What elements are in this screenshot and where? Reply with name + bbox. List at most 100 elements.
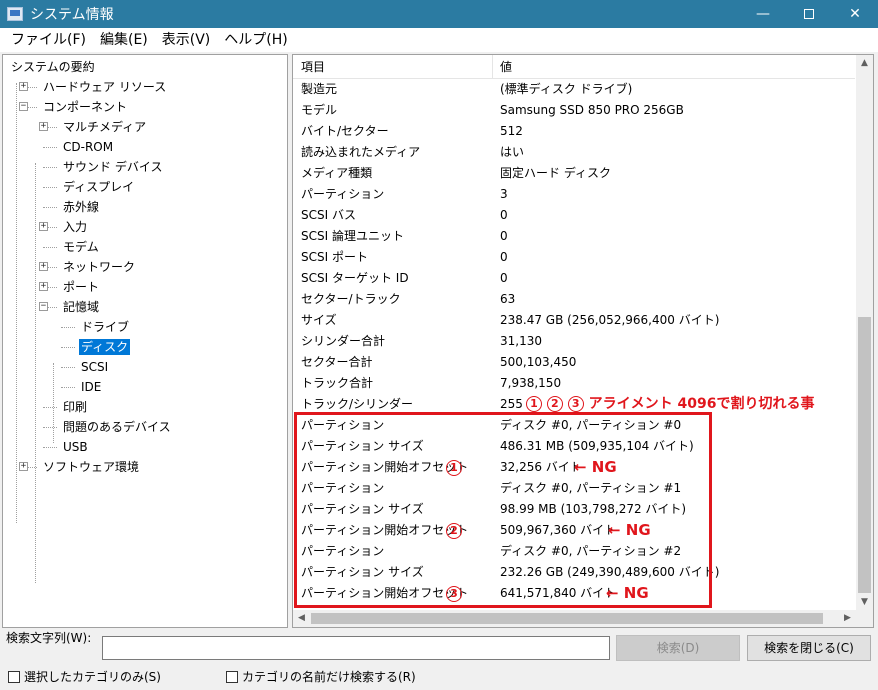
scroll-left-icon[interactable]: ◀ — [293, 610, 310, 627]
tree-item[interactable]: 入力 — [61, 217, 89, 237]
tree-item-label: 入力 — [63, 220, 88, 234]
tree-item[interactable]: USB — [61, 437, 90, 457]
item-value: 512 — [500, 124, 523, 138]
tree-item[interactable]: CD-ROM — [61, 137, 115, 157]
list-item[interactable]: モデル Samsung SSD 850 PRO 256GB — [293, 100, 855, 121]
tree-connector — [61, 327, 75, 328]
expand-icon[interactable]: + — [39, 282, 48, 291]
tree-item[interactable]: ディスク — [79, 337, 131, 357]
scroll-right-icon[interactable]: ▶ — [839, 610, 856, 627]
tree-item-label: サウンド デバイス — [63, 160, 163, 174]
search-input[interactable] — [102, 636, 610, 660]
item-name: トラック合計 — [301, 376, 374, 390]
horizontal-scrollbar[interactable]: ◀ ▶ — [293, 610, 856, 627]
category-names-only-checkbox[interactable]: カテゴリの名前だけ検索する(R) — [226, 668, 416, 685]
tree-item[interactable]: サウンド デバイス — [61, 157, 164, 177]
horizontal-scroll-thumb[interactable] — [311, 613, 823, 624]
tree-item[interactable]: 問題のあるデバイス — [61, 417, 173, 437]
list-header: 項目 値 — [293, 55, 855, 79]
minimize-button[interactable]: — — [740, 0, 786, 28]
expand-icon[interactable]: + — [19, 82, 28, 91]
maximize-button[interactable] — [786, 0, 832, 28]
item-value: (標準ディスク ドライブ) — [500, 82, 633, 96]
list-item[interactable]: 製造元 (標準ディスク ドライブ) — [293, 79, 855, 100]
tree-item[interactable]: SCSI — [79, 357, 110, 377]
vertical-scrollbar[interactable]: ▲ ▼ — [856, 55, 873, 611]
tree-item[interactable]: 赤外線 — [61, 197, 101, 217]
list-item[interactable]: パーティション 3 — [293, 184, 855, 205]
tree-item[interactable]: ポート — [61, 277, 101, 297]
collapse-icon[interactable]: − — [39, 302, 48, 311]
annotation-circle-3: 3 — [567, 396, 584, 412]
expand-icon[interactable]: + — [19, 462, 28, 471]
list-item[interactable]: SCSI 論理ユニット 0 — [293, 226, 855, 247]
menu-edit[interactable]: 編集(E) — [93, 28, 155, 52]
list-item[interactable]: セクター/トラック 63 — [293, 289, 855, 310]
tree-item-label: 印刷 — [63, 400, 88, 414]
item-name: セクター合計 — [301, 355, 373, 369]
item-name: SCSI バス — [301, 208, 356, 222]
checkbox-box[interactable] — [226, 670, 238, 683]
collapse-icon[interactable]: − — [19, 102, 28, 111]
tree-item[interactable]: IDE — [79, 377, 103, 397]
list-item[interactable]: セクター合計 500,103,450 — [293, 352, 855, 373]
find-button[interactable]: 検索(D) — [616, 635, 740, 661]
list-item[interactable]: SCSI バス 0 — [293, 205, 855, 226]
scroll-down-icon[interactable]: ▼ — [856, 594, 873, 611]
tree-item[interactable]: システムの要約 — [9, 57, 97, 77]
annotation-highlight-box — [294, 412, 712, 608]
list-item[interactable]: トラック合計 7,938,150 — [293, 373, 855, 394]
tree-connector — [43, 447, 57, 448]
annotation-ng-1: ← NG — [574, 458, 617, 476]
list-item[interactable]: SCSI ポート 0 — [293, 247, 855, 268]
menu-view[interactable]: 表示(V) — [155, 28, 218, 52]
list-item[interactable]: シリンダー合計 31,130 — [293, 331, 855, 352]
tree-item-label: ディスプレイ — [63, 180, 135, 194]
list-item[interactable]: サイズ 238.47 GB (256,052,966,400 バイト) — [293, 310, 855, 331]
annotation-circle-row-3: 3 — [446, 586, 462, 602]
tree-connector — [43, 147, 57, 148]
checkbox-label: カテゴリの名前だけ検索する(R) — [242, 670, 416, 684]
tree-item-label: 赤外線 — [63, 200, 100, 214]
list-item[interactable]: バイト/セクター 512 — [293, 121, 855, 142]
tree-item-label: ネットワーク — [63, 260, 136, 274]
column-header-value[interactable]: 値 — [500, 55, 512, 79]
expand-icon[interactable]: + — [39, 222, 48, 231]
tree-connector — [43, 207, 57, 208]
tree-connector — [43, 407, 57, 408]
tree-item[interactable]: ネットワーク — [61, 257, 137, 277]
expand-icon[interactable]: + — [39, 262, 48, 271]
menu-file[interactable]: ファイル(F) — [4, 28, 93, 52]
list-item[interactable]: メディア種類 固定ハード ディスク — [293, 163, 855, 184]
tree-item-label: 問題のあるデバイス — [63, 420, 171, 434]
column-separator[interactable] — [492, 55, 493, 79]
tree-connector — [43, 187, 57, 188]
menu-help[interactable]: ヘルプ(H) — [217, 28, 294, 52]
selected-category-only-checkbox[interactable]: 選択したカテゴリのみ(S) — [8, 668, 161, 685]
tree-item[interactable]: ソフトウェア環境 — [41, 457, 141, 477]
column-header-item[interactable]: 項目 — [301, 55, 325, 79]
tree-item[interactable]: ドライブ — [79, 317, 131, 337]
checkbox-box[interactable] — [8, 670, 20, 683]
tree-item-label: USB — [63, 440, 88, 454]
tree-item-label: ドライブ — [81, 320, 130, 334]
tree-item[interactable]: 記憶域 — [61, 297, 101, 317]
tree-item[interactable]: モデム — [61, 237, 101, 257]
tree-item[interactable]: 印刷 — [61, 397, 89, 417]
item-name: シリンダー合計 — [301, 334, 386, 348]
expand-icon[interactable]: + — [39, 122, 48, 131]
item-value: はい — [500, 145, 525, 159]
scroll-up-icon[interactable]: ▲ — [856, 55, 873, 72]
tree-item[interactable]: マルチメディア — [61, 117, 148, 137]
tree-item[interactable]: コンポーネント — [41, 97, 129, 117]
tree-item[interactable]: ディスプレイ — [61, 177, 136, 197]
vertical-scroll-thumb[interactable] — [858, 317, 871, 593]
tree-item[interactable]: ハードウェア リソース — [41, 77, 168, 97]
category-tree[interactable]: システムの要約 ハードウェア リソース + コンポーネント − マルチメディア + CD-RO… — [2, 54, 288, 628]
list-item[interactable]: 読み込まれたメディア はい — [293, 142, 855, 163]
tree-item-label: モデム — [63, 240, 99, 254]
list-item[interactable]: SCSI ターゲット ID 0 — [293, 268, 855, 289]
close-button[interactable]: ✕ — [832, 0, 878, 28]
close-find-button[interactable]: 検索を閉じる(C) — [747, 635, 871, 661]
item-name: モデル — [301, 103, 338, 117]
